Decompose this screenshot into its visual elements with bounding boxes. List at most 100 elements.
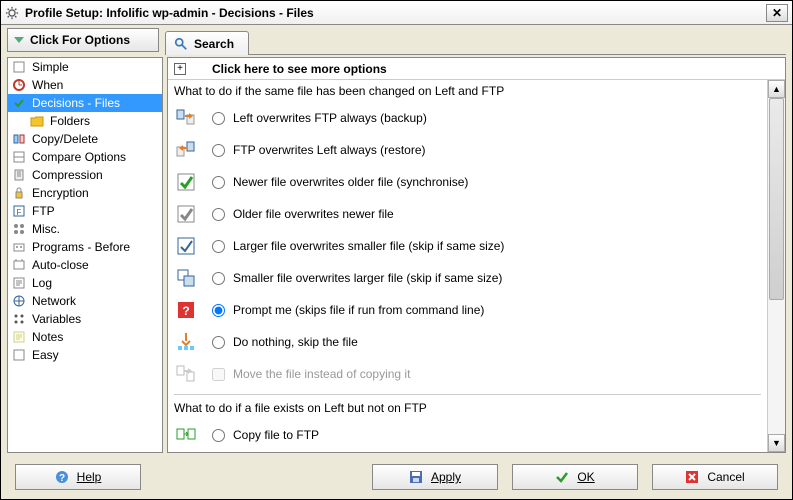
option-control[interactable]: Do nothing, skip the file	[212, 335, 358, 349]
option-control[interactable]: Larger file overwrites smaller file (ski…	[212, 239, 504, 253]
option-icon: ?	[174, 298, 198, 322]
option-row: Do nothing, skip the file	[174, 326, 761, 358]
option-icon	[174, 234, 198, 258]
option-control[interactable]: Smaller file overwrites larger file (ski…	[212, 271, 502, 285]
more-options-label[interactable]: Click here to see more options	[212, 62, 387, 76]
move-instead-control: Move the file instead of copying it	[212, 367, 410, 381]
help-label: Help	[77, 470, 102, 484]
cancel-icon	[685, 470, 699, 484]
cancel-button[interactable]: Cancel	[652, 464, 778, 490]
titlebar: Profile Setup: Infolific wp-admin - Deci…	[1, 1, 792, 25]
option-row: FTP overwrites Left always (restore)	[174, 134, 761, 166]
sidebar-item-folders[interactable]: Folders	[8, 112, 162, 130]
option-row: Copy file to FTP	[174, 419, 761, 451]
option-radio[interactable]	[212, 112, 225, 125]
sidebar-item-compression[interactable]: Compression	[8, 166, 162, 184]
option-row: Left overwrites FTP always (backup)	[174, 102, 761, 134]
scroll-down-button[interactable]: ▼	[768, 434, 785, 452]
sidebar-item-auto-close[interactable]: Auto-close	[8, 256, 162, 274]
option-control[interactable]: Left overwrites FTP always (backup)	[212, 111, 427, 125]
sidebar-item-label: Auto-close	[32, 258, 89, 272]
option-label: Smaller file overwrites larger file (ski…	[233, 271, 502, 285]
sidebar-item-network[interactable]: Network	[8, 292, 162, 310]
option-icon	[174, 202, 198, 226]
option-radio[interactable]	[212, 208, 225, 221]
content-area: Simple When Decisions - Files Folders Copy/D…	[1, 55, 792, 455]
svg-text:?: ?	[59, 473, 65, 484]
option-label: Prompt me (skips file if run from comman…	[233, 303, 484, 317]
sidebar-item-misc-[interactable]: Misc.	[8, 220, 162, 238]
section-title-left-only: What to do if a file exists on Left but …	[174, 399, 761, 419]
option-radio[interactable]	[212, 176, 225, 189]
sidebar-item-simple[interactable]: Simple	[8, 58, 162, 76]
save-icon	[409, 470, 423, 484]
sidebar-item-ftp[interactable]: FFTP	[8, 202, 162, 220]
sidebar-item-notes[interactable]: Notes	[8, 328, 162, 346]
sidebar-icon	[12, 330, 26, 344]
option-control[interactable]: Newer file overwrites older file (synchr…	[212, 175, 468, 189]
sidebar-item-programs-before[interactable]: Programs - Before	[8, 238, 162, 256]
sidebar-icon	[12, 276, 26, 290]
option-icon	[174, 330, 198, 354]
sidebar-item-encryption[interactable]: Encryption	[8, 184, 162, 202]
sidebar-item-decisions-files[interactable]: Decisions - Files	[8, 94, 162, 112]
apply-button[interactable]: Apply	[372, 464, 498, 490]
sidebar-item-label: Compression	[32, 168, 103, 182]
option-radio[interactable]	[212, 144, 225, 157]
option-control[interactable]: FTP overwrites Left always (restore)	[212, 143, 426, 157]
sidebar-icon	[12, 348, 26, 362]
sidebar-item-copy-delete[interactable]: Copy/Delete	[8, 130, 162, 148]
sidebar-item-label: Variables	[32, 312, 81, 326]
expand-icon[interactable]: +	[174, 63, 186, 75]
scroll-track[interactable]	[768, 98, 785, 434]
scroll-up-button[interactable]: ▲	[768, 80, 785, 98]
click-for-options-label: Click For Options	[30, 33, 130, 47]
main-panel: + Click here to see more options What to…	[167, 57, 786, 453]
sidebar[interactable]: Simple When Decisions - Files Folders Copy/D…	[7, 57, 163, 453]
section-separator	[174, 394, 761, 395]
option-control[interactable]: Copy file to FTP	[212, 428, 319, 442]
sidebar-icon	[12, 222, 26, 236]
option-row: Larger file overwrites smaller file (ski…	[174, 230, 761, 262]
option-radio[interactable]	[212, 336, 225, 349]
sidebar-item-log[interactable]: Log	[8, 274, 162, 292]
close-button[interactable]: ✕	[766, 4, 788, 22]
ok-button[interactable]: OK	[512, 464, 638, 490]
sidebar-item-variables[interactable]: Variables	[8, 310, 162, 328]
sidebar-icon: F	[12, 204, 26, 218]
option-radio[interactable]	[212, 304, 225, 317]
check-icon	[555, 470, 569, 484]
sidebar-item-label: Compare Options	[32, 150, 126, 164]
tab-search[interactable]: Search	[165, 31, 249, 55]
sidebar-item-easy[interactable]: Easy	[8, 346, 162, 364]
option-control[interactable]: Older file overwrites newer file	[212, 207, 394, 221]
section-title-changed-both: What to do if the same file has been cha…	[174, 82, 761, 102]
sidebar-item-label: Log	[32, 276, 52, 290]
sidebar-icon	[12, 258, 26, 272]
option-label: Older file overwrites newer file	[233, 207, 394, 221]
scroll-body: What to do if the same file has been cha…	[168, 80, 767, 452]
option-row: Older file overwrites newer file	[174, 198, 761, 230]
sidebar-item-label: Encryption	[32, 186, 89, 200]
sidebar-item-when[interactable]: When	[8, 76, 162, 94]
option-radio[interactable]	[212, 272, 225, 285]
option-radio[interactable]	[212, 429, 225, 442]
sidebar-icon	[12, 168, 26, 182]
move-instead-label: Move the file instead of copying it	[233, 367, 410, 381]
help-button[interactable]: ? Help	[15, 464, 141, 490]
sidebar-item-label: Easy	[32, 348, 59, 362]
click-for-options-button[interactable]: Click For Options	[7, 28, 159, 52]
sidebar-icon	[12, 78, 26, 92]
option-control[interactable]: Prompt me (skips file if run from comman…	[212, 303, 484, 317]
scroll-thumb[interactable]	[769, 98, 784, 300]
sidebar-item-compare-options[interactable]: Compare Options	[8, 148, 162, 166]
sidebar-item-label: Decisions - Files	[32, 96, 120, 110]
vertical-scrollbar[interactable]: ▲ ▼	[767, 80, 785, 452]
option-label: Do nothing, skip the file	[233, 335, 358, 349]
sidebar-item-label: Folders	[50, 114, 90, 128]
tab-search-label: Search	[194, 37, 234, 51]
sidebar-item-label: Notes	[32, 330, 63, 344]
sidebar-item-label: When	[32, 78, 63, 92]
option-radio[interactable]	[212, 240, 225, 253]
option-row: Newer file overwrites older file (synchr…	[174, 166, 761, 198]
